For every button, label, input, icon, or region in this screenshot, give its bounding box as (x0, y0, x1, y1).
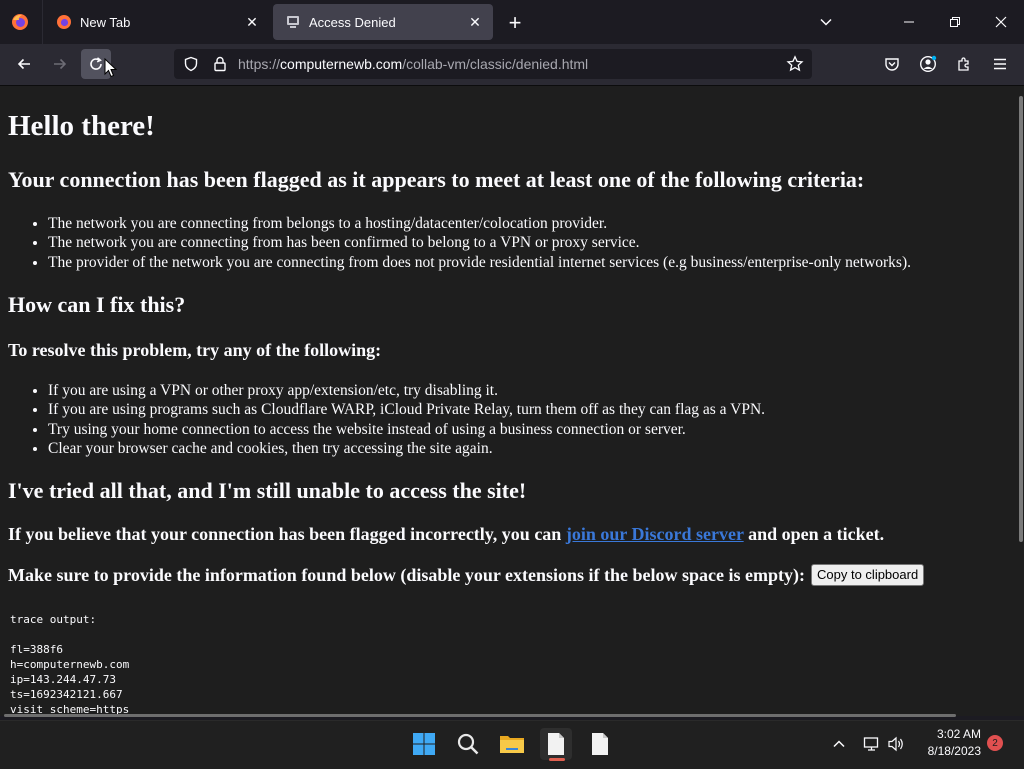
trace-output: trace output: fl=388f6 h=computernewb.co… (10, 613, 130, 716)
back-arrow-icon (17, 58, 30, 70)
bookmark-star-icon[interactable] (786, 55, 804, 76)
tried-heading: I've tried all that, and I'm still unabl… (8, 478, 527, 503)
minimize-icon (904, 21, 914, 23)
horizontal-scrollbar[interactable] (4, 714, 956, 717)
tab-access-denied[interactable]: Access Denied ✕ (273, 4, 493, 40)
chevron-up-icon (833, 740, 845, 748)
file-explorer-icon[interactable] (496, 728, 528, 760)
pocket-icon (885, 58, 899, 71)
list-all-tabs-button[interactable] (814, 10, 838, 34)
window-controls (886, 0, 1024, 44)
clock-date: 8/18/2023 (927, 744, 981, 758)
list-item: If you are using programs such as Cloudf… (48, 400, 765, 419)
clock-time: 3:02 AM (936, 727, 981, 741)
account-icon (919, 55, 937, 73)
reload-icon (90, 57, 102, 70)
app-menu-button[interactable] (985, 49, 1015, 79)
fix-heading: How can I fix this? (8, 292, 186, 317)
notification-badge[interactable]: 2 (987, 735, 1003, 751)
url-text: https://computernewb.com/collab-vm/class… (238, 56, 589, 72)
list-item: The network you are connecting from belo… (48, 214, 911, 233)
close-window-button[interactable] (978, 0, 1024, 44)
close-icon (995, 16, 1007, 28)
resolve-heading: To resolve this problem, try any of the … (8, 340, 382, 360)
new-tab-button[interactable]: + (502, 10, 528, 36)
copy-to-clipboard-button[interactable]: Copy to clipboard (811, 563, 925, 586)
discord-link[interactable]: join our Discord server (566, 524, 744, 544)
search-icon[interactable] (452, 728, 484, 760)
volume-icon[interactable] (887, 722, 905, 766)
page-content: Hello there! Your connection has been fl… (0, 86, 1018, 716)
mouse-cursor-icon (104, 58, 118, 78)
tracking-protection-shield-icon[interactable] (174, 56, 208, 72)
fixes-list: If you are using a VPN or other proxy ap… (8, 381, 765, 458)
provide-info-text: Make sure to provide the information fou… (8, 565, 806, 585)
tab-strip: New Tab ✕ Access Denied ✕ + (0, 0, 1024, 44)
firefox-icon (56, 14, 72, 30)
clock[interactable]: 3:02 AM 8/18/2023 (905, 726, 981, 760)
tab-separator (42, 0, 43, 44)
file-icon[interactable] (540, 728, 572, 760)
firefox-menu-icon[interactable] (10, 12, 30, 32)
list-item: The provider of the network you are conn… (48, 253, 911, 272)
page-heading: Hello there! (8, 110, 155, 142)
puzzle-piece-icon (958, 57, 969, 71)
hamburger-menu-icon (994, 58, 1006, 70)
extensions-button[interactable] (949, 49, 979, 79)
list-item: Try using your home connection to access… (48, 420, 765, 439)
vertical-scrollbar-thumb[interactable] (1019, 96, 1023, 542)
forward-button[interactable] (45, 49, 75, 79)
forward-arrow-icon (54, 58, 67, 70)
list-item: The network you are connecting from has … (48, 233, 911, 252)
vm-icon (285, 14, 301, 30)
list-item: If you are using a VPN or other proxy ap… (48, 381, 765, 400)
provide-info-paragraph: Make sure to provide the information fou… (8, 563, 925, 588)
chevron-down-icon (820, 18, 832, 26)
url-bar[interactable]: https://computernewb.com/collab-vm/class… (174, 49, 812, 79)
windows-start-icon[interactable] (408, 728, 440, 760)
close-tab-icon[interactable]: ✕ (463, 10, 487, 34)
list-item: Clear your browser cache and cookies, th… (48, 439, 765, 458)
criteria-list: The network you are connecting from belo… (8, 214, 911, 272)
active-app-indicator (549, 758, 565, 761)
flagged-heading: Your connection has been flagged as it a… (8, 167, 865, 192)
back-button[interactable] (9, 49, 39, 79)
tab-title: New Tab (80, 14, 131, 30)
account-button[interactable] (913, 49, 943, 79)
tab-new-tab[interactable]: New Tab ✕ (44, 4, 270, 40)
discord-text-after: and open a ticket. (743, 524, 885, 544)
show-hidden-icons-button[interactable] (832, 722, 846, 766)
restore-icon (950, 17, 960, 27)
discord-paragraph: If you believe that your connection has … (8, 524, 884, 545)
navigation-toolbar: https://computernewb.com/collab-vm/class… (0, 44, 1024, 86)
pocket-button[interactable] (877, 49, 907, 79)
minimize-button[interactable] (886, 0, 932, 44)
file-icon[interactable] (584, 728, 616, 760)
tab-title: Access Denied (309, 14, 396, 30)
close-tab-icon[interactable]: ✕ (240, 10, 264, 34)
discord-text-before: If you believe that your connection has … (8, 524, 566, 544)
network-icon[interactable] (863, 722, 881, 766)
restore-button[interactable] (932, 0, 978, 44)
lock-icon[interactable] (208, 56, 232, 72)
